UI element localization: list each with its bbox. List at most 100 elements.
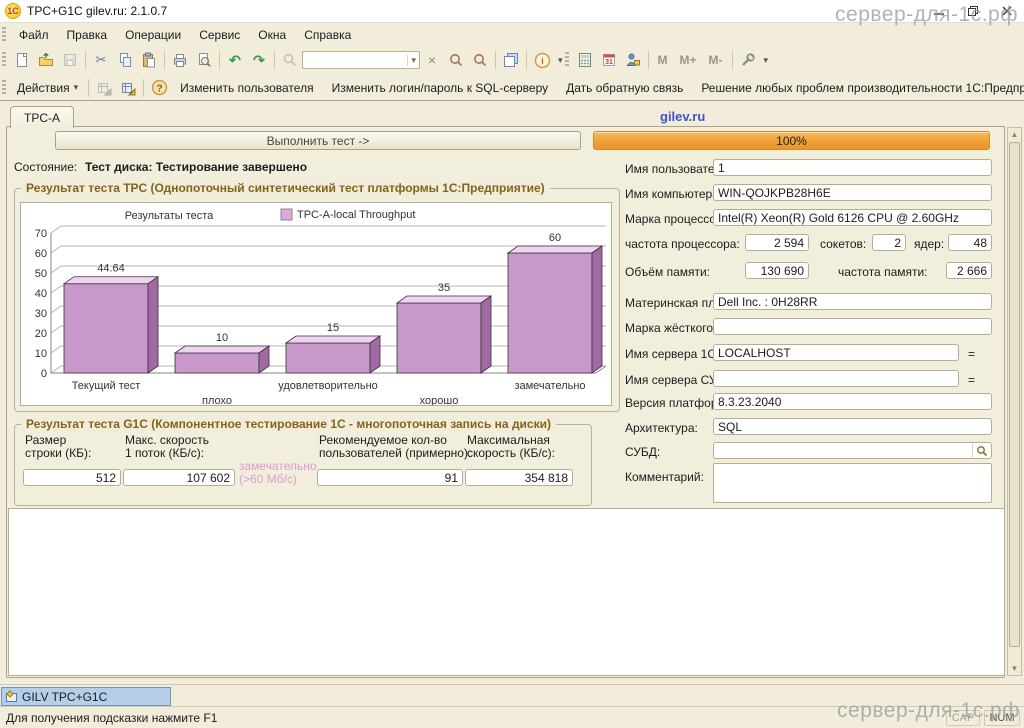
- performance-help-link[interactable]: Решение любых проблем производительности…: [701, 81, 1024, 95]
- dbms-label: СУБД:: [625, 445, 661, 459]
- actions-toolbar: Действия ▾ ? Изменить пользователя Измен…: [0, 75, 1024, 101]
- table-import-icon[interactable]: [116, 77, 140, 98]
- g1c-maxspeed1-field[interactable]: 107 602: [123, 469, 235, 486]
- tools-dropdown-icon[interactable]: ▾: [764, 55, 769, 66]
- cpu-freq-field[interactable]: 2 594: [745, 234, 809, 251]
- title-bar: 1С TPC+G1C gilev.ru: 2.1.0.7: [0, 0, 1024, 23]
- calculator-icon[interactable]: [573, 50, 597, 71]
- feedback-link[interactable]: Дать обратную связь: [566, 81, 683, 95]
- close-button[interactable]: [990, 1, 1024, 21]
- cut-icon[interactable]: ✂: [89, 50, 113, 71]
- change-sql-login-link[interactable]: Изменить логин/пароль к SQL-серверу: [332, 81, 549, 95]
- change-user-link[interactable]: Изменить пользователя: [180, 81, 313, 95]
- window-taskbar: GILV TPC+G1C: [0, 684, 1024, 707]
- cpu-model-field[interactable]: Intel(R) Xeon(R) Gold 6126 CPU @ 2.60GHz: [713, 209, 992, 226]
- windows-icon[interactable]: [499, 50, 523, 71]
- toolbar2-drag-handle[interactable]: [564, 52, 569, 68]
- scroll-down-icon[interactable]: ▼: [1008, 662, 1021, 675]
- computer-name-field[interactable]: WIN-QOJKPB28H6E: [713, 184, 992, 201]
- menu-file[interactable]: Файл: [10, 25, 58, 45]
- app-window: 1С TPC+G1C gilev.ru: 2.1.0.7 сервер-для-…: [0, 0, 1024, 728]
- architecture-label: Архитектура:: [625, 421, 698, 435]
- g1c-maxspeed-field[interactable]: 354 818: [465, 469, 573, 486]
- tools-icon[interactable]: [736, 50, 760, 71]
- hdd-model-field[interactable]: [713, 318, 992, 335]
- scroll-up-icon[interactable]: ▲: [1008, 128, 1021, 141]
- svg-text:15: 15: [327, 322, 339, 334]
- menu-edit[interactable]: Правка: [58, 25, 117, 45]
- calendar-icon[interactable]: 31: [597, 50, 621, 71]
- server-dbms-equals: =: [968, 373, 976, 387]
- info-icon[interactable]: i: [530, 50, 554, 71]
- svg-text:40: 40: [35, 288, 47, 300]
- g1c-users-field[interactable]: 91: [317, 469, 463, 486]
- taskbar-tab-gilv[interactable]: GILV TPC+G1C: [1, 687, 171, 706]
- platform-version-field[interactable]: 8.3.23.2040: [713, 393, 992, 410]
- search-dropdown-icon[interactable]: ▾: [407, 54, 419, 66]
- tab-tpc-a-label: TPC-A: [24, 110, 60, 125]
- memory-freq-label: частота памяти:: [838, 265, 928, 279]
- minimize-button[interactable]: [922, 1, 956, 21]
- svg-text:31: 31: [605, 59, 613, 66]
- scrollbar-thumb[interactable]: [1009, 142, 1020, 647]
- taskbar-tab-label: GILV TPC+G1C: [22, 689, 108, 704]
- window-title: TPC+G1C gilev.ru: 2.1.0.7: [27, 4, 168, 18]
- memory-size-field[interactable]: 130 690: [745, 262, 809, 279]
- svg-text:30: 30: [35, 308, 47, 320]
- memory-m-button[interactable]: M: [652, 53, 674, 67]
- server-1c-field[interactable]: LOCALHOST: [713, 344, 959, 361]
- memory-minus-button[interactable]: M-: [703, 53, 729, 67]
- run-test-button[interactable]: Выполнить тест ->: [55, 131, 581, 150]
- print-icon[interactable]: [168, 50, 192, 71]
- sockets-field[interactable]: 2: [872, 234, 906, 251]
- open-file-icon[interactable]: [34, 50, 58, 71]
- menu-drag-handle[interactable]: [2, 26, 6, 43]
- find-next-icon[interactable]: [444, 50, 468, 71]
- search-icon[interactable]: [278, 50, 302, 71]
- server-dbms-field[interactable]: [713, 370, 959, 387]
- table-export-icon[interactable]: [92, 77, 116, 98]
- user-permissions-icon[interactable]: [621, 50, 645, 71]
- log-output-area[interactable]: [8, 508, 1005, 676]
- menu-service[interactable]: Сервис: [190, 25, 249, 45]
- memory-freq-field[interactable]: 2 666: [946, 262, 992, 279]
- menu-help[interactable]: Справка: [295, 25, 360, 45]
- save-icon[interactable]: [58, 50, 82, 71]
- restore-button[interactable]: [956, 1, 990, 21]
- dbms-field[interactable]: [713, 442, 992, 459]
- find-previous-icon[interactable]: [468, 50, 492, 71]
- g1c-maxspeed-label1: Максимальная: [467, 433, 550, 447]
- new-document-icon[interactable]: [10, 50, 34, 71]
- help-icon[interactable]: ?: [147, 77, 171, 98]
- motherboard-field[interactable]: Dell Inc. : 0H28RR: [713, 293, 992, 310]
- standard-toolbar: ✂ ↶ ↷ ▾ × i ▾ 31 M M+ M- ▾: [0, 47, 1024, 73]
- svg-text:60: 60: [549, 232, 561, 244]
- username-field[interactable]: 1: [713, 159, 992, 176]
- copy-icon[interactable]: [113, 50, 137, 71]
- dbms-lookup-icon[interactable]: [972, 443, 991, 458]
- svg-text:удовлетворительно: удовлетворительно: [278, 380, 378, 392]
- cores-field[interactable]: 48: [948, 234, 992, 251]
- svg-text:10: 10: [35, 348, 47, 360]
- clear-search-icon[interactable]: ×: [420, 50, 444, 71]
- g1c-rowsize-field[interactable]: 512: [23, 469, 121, 486]
- toolbar-drag-handle[interactable]: [2, 52, 6, 68]
- actions-drag-handle[interactable]: [2, 79, 6, 96]
- print-preview-icon[interactable]: [192, 50, 216, 71]
- search-input[interactable]: ▾: [302, 51, 420, 69]
- memory-plus-button[interactable]: M+: [674, 53, 703, 67]
- menu-windows[interactable]: Окна: [249, 25, 295, 45]
- architecture-field[interactable]: SQL: [713, 418, 992, 435]
- gilev-site-link[interactable]: gilev.ru: [660, 109, 705, 124]
- redo-icon[interactable]: ↷: [247, 50, 271, 71]
- tab-tpc-a[interactable]: TPC-A: [10, 106, 74, 128]
- comment-field[interactable]: [713, 463, 992, 503]
- status-hint: Для получения подсказки нажмите F1: [6, 711, 218, 725]
- paste-icon[interactable]: [137, 50, 161, 71]
- info-dropdown-icon[interactable]: ▾: [558, 55, 563, 66]
- undo-icon[interactable]: ↶: [223, 50, 247, 71]
- menu-operations[interactable]: Операции: [116, 25, 190, 45]
- server-1c-label: Имя сервера 1С:: [625, 347, 720, 361]
- vertical-scrollbar[interactable]: ▲ ▼: [1007, 127, 1022, 676]
- actions-menu-button[interactable]: Действия ▾: [10, 78, 85, 98]
